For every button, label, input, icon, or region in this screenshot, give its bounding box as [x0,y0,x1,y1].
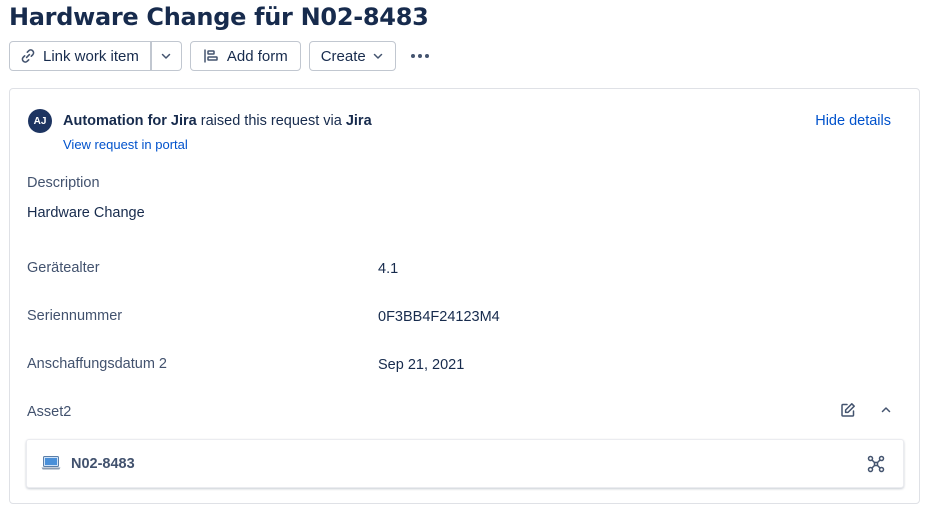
field-label-seriennummer: Seriennummer [27,308,123,324]
request-channel: Jira [345,113,372,129]
field-value-geraetealter: 4.1 [378,261,399,277]
more-horizontal-icon [410,53,430,59]
link-work-item-button[interactable]: Link work item [9,41,151,71]
avatar: AJ [28,109,52,133]
asset-item-card[interactable]: N02-8483 [26,439,904,488]
view-request-in-portal-link[interactable]: View request in portal [63,137,188,152]
add-form-button[interactable]: Add form [189,41,301,71]
description-value: Hardware Change [27,205,145,221]
page-title: Hardware Change für N02-8483 [9,3,429,31]
link-work-item-split-button: Link work item [9,41,182,71]
laptop-icon [41,455,61,471]
field-value-seriennummer: 0F3BB4F24123M4 [378,309,500,325]
field-label-geraetealter: Gerätealter [27,260,100,276]
chevron-down-icon [160,50,172,62]
form-icon [203,48,219,64]
relationship-graph-icon[interactable] [867,455,885,473]
description-label: Description [27,175,100,191]
asset-item-name: N02-8483 [71,456,135,472]
more-actions-button[interactable] [404,41,436,71]
field-label-anschaffungsdatum: Anschaffungsdatum 2 [27,356,167,372]
issue-toolbar: Link work item Add form Create [9,40,436,72]
link-icon [20,48,36,64]
request-details-panel: AJ Automation for Jira raised this reque… [9,88,920,504]
create-label: Create [320,47,366,65]
reporter-name: Automation for Jira [63,113,197,129]
add-form-label: Add form [226,47,288,65]
raised-by-line: Automation for Jira raised this request … [63,113,372,129]
link-options-dropdown[interactable] [150,41,182,71]
link-work-item-label: Link work item [43,47,139,65]
chevron-down-icon [372,50,384,62]
create-button[interactable]: Create [308,41,396,71]
asset-field-label: Asset2 [27,404,72,420]
raised-text: raised this request via [196,113,346,129]
chevron-up-icon[interactable] [877,401,895,419]
asset-field-actions [839,401,895,419]
hide-details-link[interactable]: Hide details [815,113,891,129]
field-value-anschaffungsdatum: Sep 21, 2021 [378,357,465,373]
edit-icon[interactable] [839,401,857,419]
